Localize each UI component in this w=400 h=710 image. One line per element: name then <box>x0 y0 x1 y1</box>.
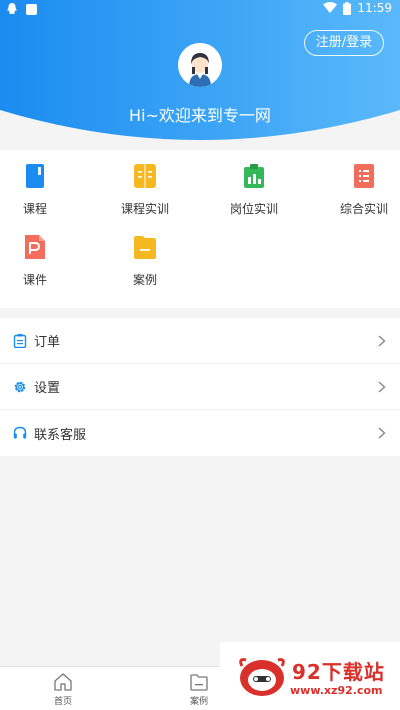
status-time: 11:59 <box>357 1 392 15</box>
menu-label: 联系客服 <box>34 427 87 443</box>
status-bar: 11:59 <box>0 0 400 20</box>
order-list-icon <box>13 333 27 348</box>
greeting-text: Hi~欢迎来到专一网 <box>129 106 271 125</box>
register-login-button[interactable]: 注册/登录 <box>304 30 384 56</box>
grid-item-course-training[interactable]: 课程实训 <box>105 164 185 217</box>
grid-label: 课程 <box>22 202 47 216</box>
tab-home[interactable]: 首页 <box>33 672 93 707</box>
gear-icon <box>14 381 26 392</box>
list-document-icon <box>354 164 374 188</box>
grid-item-comprehensive-training[interactable]: 综合实训 <box>324 164 400 217</box>
grid-item-courseware[interactable]: 课件 <box>0 235 75 288</box>
chevron-right-icon <box>378 334 386 347</box>
avatar[interactable] <box>178 43 222 87</box>
grid-label: 综合实训 <box>339 202 388 216</box>
settings-menu: 订单 设置 联系客服 <box>0 318 400 456</box>
grid-label: 课程实训 <box>120 202 169 216</box>
clipboard-chart-icon <box>244 164 264 188</box>
watermark-url: www.xz92.com <box>290 684 383 697</box>
grid-label: 岗位实训 <box>229 202 278 216</box>
notification-icon <box>26 4 37 15</box>
wifi-icon <box>323 2 338 13</box>
headset-icon <box>13 426 27 439</box>
battery-icon <box>343 1 352 15</box>
download-site-logo <box>239 658 285 696</box>
user-avatar-icon <box>178 43 222 87</box>
chevron-right-icon <box>378 380 386 393</box>
open-book-icon <box>134 164 156 188</box>
menu-item-settings[interactable]: 设置 <box>0 364 400 410</box>
grid-label: 课件 <box>22 273 47 287</box>
course-book-icon <box>26 164 44 188</box>
tab-label: 首页 <box>53 697 72 707</box>
menu-label: 订单 <box>34 335 61 350</box>
chevron-right-icon <box>378 427 386 439</box>
menu-label: 设置 <box>34 381 61 396</box>
folder-icon <box>134 236 156 259</box>
watermark-name: 92下载站 <box>292 660 385 684</box>
menu-item-contact-support[interactable]: 联系客服 <box>0 410 400 456</box>
grid-item-job-training[interactable]: 岗位实训 <box>214 164 294 217</box>
ppt-document-icon <box>25 235 45 259</box>
grid-item-course[interactable]: 课程 <box>0 164 75 217</box>
folder-icon <box>190 674 208 691</box>
feature-grid: 课程 课程实训 岗位实训 综合实训 课件 案例 <box>0 150 400 308</box>
grid-item-case[interactable]: 案例 <box>105 235 185 288</box>
grid-label: 案例 <box>132 273 157 287</box>
menu-item-orders[interactable]: 订单 <box>0 318 400 364</box>
profile-header: 注册/登录 Hi~欢迎来到专一网 <box>0 0 400 150</box>
site-watermark: 92下载站 www.xz92.com <box>220 642 400 710</box>
home-icon <box>54 673 72 691</box>
qq-notification-icon <box>7 3 17 14</box>
